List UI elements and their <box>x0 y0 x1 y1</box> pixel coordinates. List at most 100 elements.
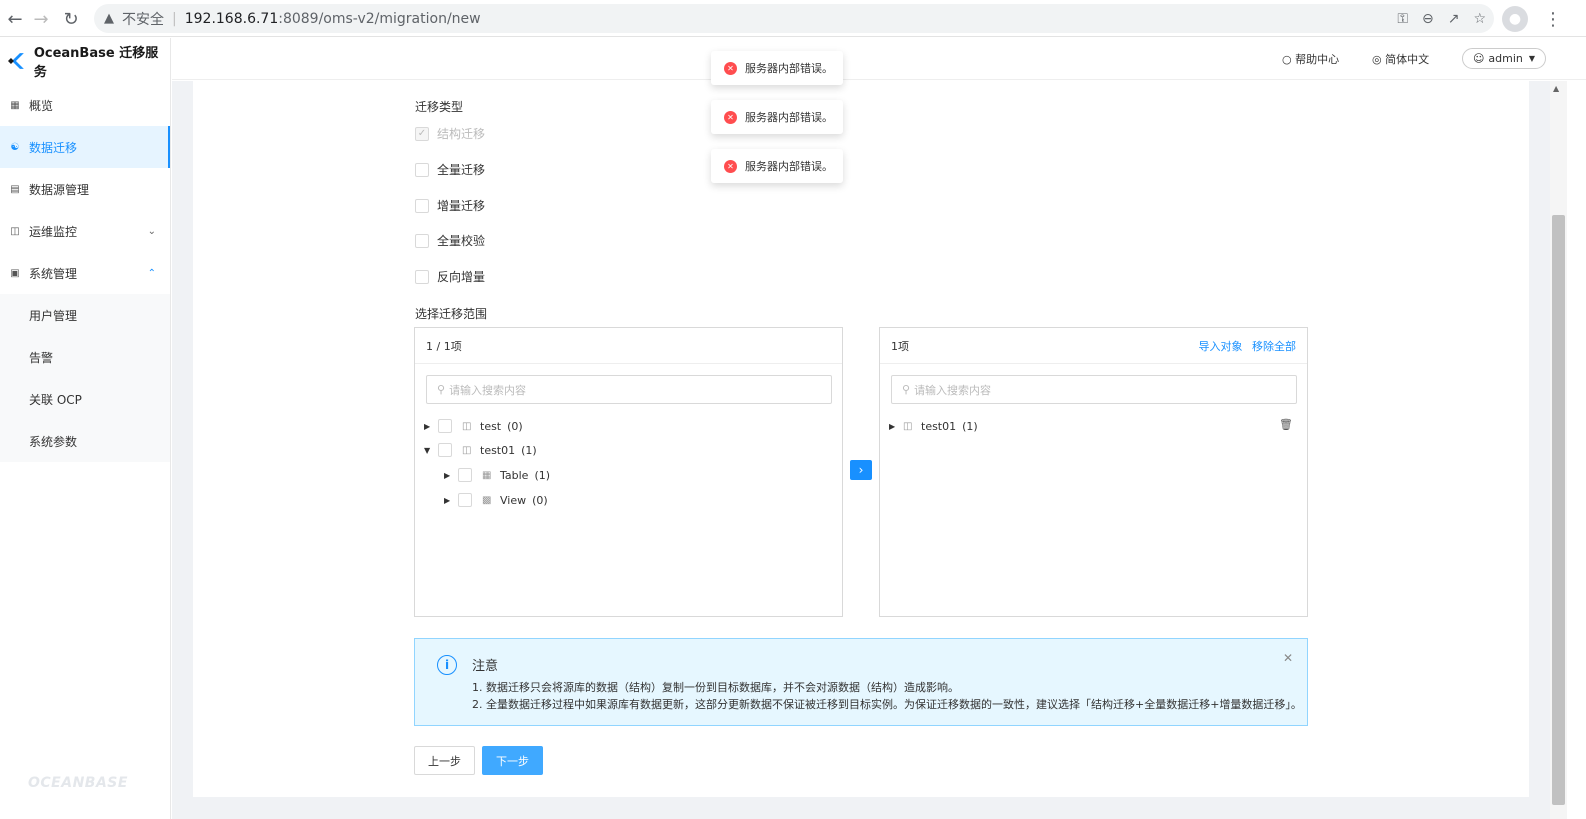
checkbox[interactable] <box>438 419 452 433</box>
reload-icon[interactable]: ↻ <box>56 4 86 34</box>
toast-message: 服务器内部错误。 <box>745 62 833 75</box>
sidebar-item-overview[interactable]: ▦ 概览 <box>0 84 170 126</box>
key-icon[interactable]: ⚿ <box>1397 11 1408 27</box>
tree-node-count: (1) <box>534 468 551 482</box>
sidebar-item-label: 系统管理 <box>29 266 78 281</box>
checkbox[interactable] <box>438 443 452 457</box>
tree-node-view[interactable]: ▶ ▩ View (0) <box>444 491 548 509</box>
forward-icon[interactable]: → <box>26 4 56 34</box>
caret-down-icon[interactable]: ▼ <box>424 446 434 455</box>
oceanbase-logo-icon <box>8 53 24 69</box>
trash-icon[interactable]: 🗑 <box>1279 418 1293 431</box>
more-icon[interactable]: ⋮ <box>1540 6 1566 32</box>
option-label: 全量迁移 <box>437 163 486 177</box>
caret-right-icon[interactable]: ▶ <box>444 471 454 480</box>
tree-node-test[interactable]: ▶ ◫ test (0) <box>424 417 523 435</box>
remove-all-link[interactable]: 移除全部 <box>1252 340 1296 353</box>
caret-down-icon: ▼ <box>1528 54 1536 63</box>
system-submenu: 用户管理 告警 关联 OCP 系统参数 <box>0 294 170 462</box>
sidebar-item-params[interactable]: 系统参数 <box>0 420 170 462</box>
sidebar-item-label: 运维监控 <box>29 224 78 239</box>
source-panel: 1 / 1项 ⚲ 请输入搜索内容 ▶ ◫ test (0) ▼ ◫ test01… <box>414 327 843 617</box>
sidebar-item-label: 系统参数 <box>29 434 78 449</box>
lightbulb-icon: ○ <box>1282 53 1292 66</box>
database-icon: ◫ <box>462 444 472 456</box>
import-objects-link[interactable]: 导入对象 <box>1199 340 1243 353</box>
error-toast: ✕ 服务器内部错误。 <box>711 51 843 85</box>
address-separator: | <box>172 10 177 27</box>
sidebar-item-label: 告警 <box>29 350 54 365</box>
checkbox[interactable] <box>458 493 472 507</box>
share-icon[interactable]: ↗ <box>1448 11 1460 27</box>
database-icon: ◫ <box>462 420 472 432</box>
profile-icon[interactable]: ● <box>1502 6 1528 32</box>
alert-title: 注意 <box>472 659 499 674</box>
sidebar-item-label: 数据源管理 <box>29 182 90 197</box>
tree-node-name: Table <box>500 468 529 482</box>
tree-node-table[interactable]: ▶ ▦ Table (1) <box>444 466 550 484</box>
tree-node-test01[interactable]: ▼ ◫ test01 (1) <box>424 441 537 459</box>
user-menu[interactable]: ☺ admin ▼ <box>1462 48 1546 69</box>
checkbox[interactable] <box>415 233 429 248</box>
search-placeholder: 请输入搜索内容 <box>449 383 527 397</box>
sidebar-item-ocp[interactable]: 关联 OCP <box>0 378 170 420</box>
table-icon: ▦ <box>482 469 492 481</box>
target-search-input[interactable]: ⚲ 请输入搜索内容 <box>891 375 1297 404</box>
zoom-icon[interactable]: ⊖ <box>1422 11 1434 27</box>
option-incremental-migration[interactable]: 增量迁移 <box>415 197 485 214</box>
checkbox[interactable] <box>458 468 472 482</box>
alert-line-2: 2. 全量数据迁移过程中如果源库有数据更新，这部分更新数据不保证被迁移到目标实例… <box>472 698 1302 711</box>
target-node-test01[interactable]: ▶ ◫ test01 (1) <box>889 417 978 435</box>
option-full-verification[interactable]: 全量校验 <box>415 232 485 249</box>
browser-toolbar: ← → ↻ ▲ 不安全 | 192.168.6.71 :8089/oms-v2/… <box>0 0 1586 37</box>
user-name: admin <box>1488 52 1523 65</box>
option-full-migration[interactable]: 全量迁移 <box>415 161 485 178</box>
tree-node-count: (1) <box>521 443 537 457</box>
close-icon[interactable]: ✕ <box>1283 651 1293 665</box>
migration-type-label: 迁移类型 <box>415 100 464 114</box>
globe-icon: ◎ <box>1372 53 1382 66</box>
sidebar-item-datasource[interactable]: ▤ 数据源管理 <box>0 168 170 210</box>
source-search-input[interactable]: ⚲ 请输入搜索内容 <box>426 375 832 404</box>
toast-message: 服务器内部错误。 <box>745 111 833 124</box>
scroll-up-icon[interactable]: ▲ <box>1553 84 1559 93</box>
sidebar: OceanBase 迁移服务 ▦ 概览 ☯ 数据迁移 ▤ 数据源管理 ◫ 运维监… <box>0 38 171 819</box>
sidebar-item-migration[interactable]: ☯ 数据迁移 <box>0 126 170 168</box>
notice-alert: i 注意 1. 数据迁移只会将源库的数据（结构）复制一份到目标数据库，并不会对源… <box>414 638 1308 726</box>
search-icon: ⚲ <box>902 383 911 396</box>
checkbox[interactable] <box>415 269 429 284</box>
checkbox[interactable] <box>415 162 429 177</box>
caret-right-icon[interactable]: ▶ <box>889 422 899 431</box>
sidebar-item-monitor[interactable]: ◫ 运维监控 ⌄ <box>0 210 170 252</box>
address-bar[interactable]: ▲ 不安全 | 192.168.6.71 :8089/oms-v2/migrat… <box>94 4 1494 33</box>
tree-node-name: View <box>500 493 527 507</box>
scope-label: 选择迁移范围 <box>415 307 488 321</box>
target-panel-header: 1项 导入对象 移除全部 <box>880 328 1307 364</box>
insecure-label: 不安全 <box>122 11 164 28</box>
tree-node-count: (0) <box>532 493 548 507</box>
next-button[interactable]: 下一步 <box>482 746 543 775</box>
error-toast: ✕ 服务器内部错误。 <box>711 100 843 134</box>
caret-right-icon[interactable]: ▶ <box>444 496 454 505</box>
sidebar-item-label: 用户管理 <box>29 308 78 323</box>
sidebar-item-label: 数据迁移 <box>29 140 78 155</box>
database-icon: ◫ <box>903 420 913 432</box>
chevron-up-icon: ⌃ <box>147 267 156 279</box>
sidebar-item-system[interactable]: ▣ 系统管理 ⌃ <box>0 252 170 294</box>
help-center-label: 帮助中心 <box>1295 53 1340 66</box>
caret-right-icon[interactable]: ▶ <box>424 422 434 431</box>
language-switch[interactable]: ◎ 简体中文 <box>1372 51 1429 67</box>
error-toast: ✕ 服务器内部错误。 <box>711 149 843 183</box>
sidebar-item-alerts[interactable]: 告警 <box>0 336 170 378</box>
help-center-link[interactable]: ○ 帮助中心 <box>1282 51 1339 67</box>
star-icon[interactable]: ☆ <box>1473 11 1486 27</box>
move-right-button[interactable]: › <box>850 460 872 480</box>
scrollbar-thumb[interactable] <box>1552 215 1565 805</box>
app-logo[interactable]: OceanBase 迁移服务 <box>0 38 170 84</box>
sidebar-item-users[interactable]: 用户管理 <box>0 294 170 336</box>
tree-node-count: (1) <box>962 419 978 433</box>
checkbox[interactable] <box>415 198 429 213</box>
option-label: 反向增量 <box>437 270 486 284</box>
option-reverse-incremental[interactable]: 反向增量 <box>415 268 485 285</box>
prev-button[interactable]: 上一步 <box>414 746 475 775</box>
